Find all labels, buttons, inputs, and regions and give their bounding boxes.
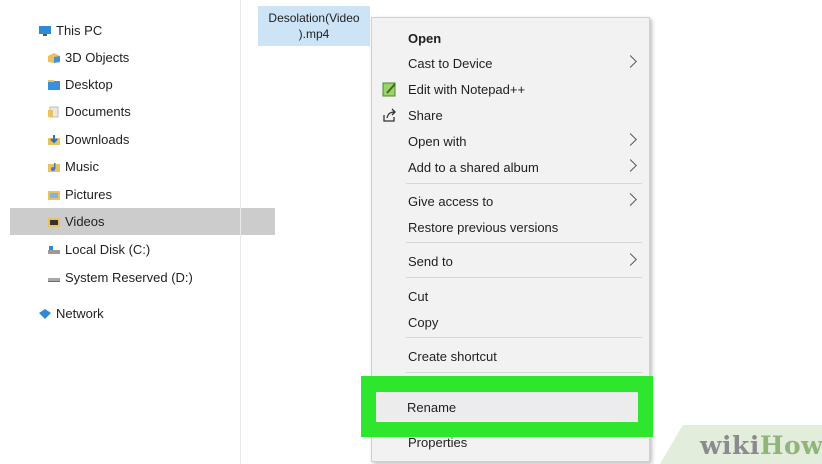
menu-item-copy[interactable]: Copy: [372, 310, 649, 334]
menu-item-open[interactable]: Open: [372, 26, 649, 50]
nav-item-label: Music: [65, 159, 99, 174]
nav-item-3d-objects[interactable]: 3D Objects: [10, 44, 275, 71]
menu-item-create-shortcut[interactable]: Create shortcut: [372, 344, 649, 368]
nav-item-network[interactable]: Network: [10, 300, 266, 327]
menu-item-cut[interactable]: Cut: [372, 284, 649, 308]
file-item-selected[interactable]: Desolation(Video ).mp4: [258, 6, 370, 46]
nav-item-label: 3D Objects: [65, 50, 130, 65]
wikihow-watermark: wiki How: [700, 428, 822, 462]
menu-separator: [406, 277, 642, 278]
menu-item-add-to-shared-album[interactable]: Add to a shared album: [372, 155, 649, 179]
menu-separator: [406, 183, 642, 184]
this-pc-icon: [38, 25, 52, 37]
nav-item-label: Pictures: [65, 187, 112, 202]
menu-item-rename[interactable]: Rename: [376, 392, 638, 422]
desktop-folder-icon: [47, 79, 61, 91]
system-reserved-drive-icon: [47, 272, 61, 284]
nav-item-label: Videos: [65, 214, 105, 229]
menu-item-restore-previous-versions[interactable]: Restore previous versions: [372, 215, 649, 239]
nav-item-desktop[interactable]: Desktop: [10, 71, 275, 98]
nav-item-label: Downloads: [65, 132, 130, 147]
nav-item-music[interactable]: Music: [10, 153, 275, 180]
pictures-folder-icon: [47, 189, 61, 201]
menu-separator: [406, 372, 642, 373]
nav-item-pictures[interactable]: Pictures: [10, 181, 275, 208]
music-folder-icon: [47, 161, 61, 173]
chevron-right-icon: [624, 133, 637, 146]
menu-item-label: Share: [408, 107, 443, 123]
file-name-line-1: Desolation(Video: [268, 11, 360, 25]
nav-item-system-reserved[interactable]: System Reserved (D:): [10, 264, 275, 291]
menu-item-label: Create shortcut: [408, 348, 497, 364]
menu-item-label: Copy: [408, 314, 439, 330]
menu-item-label: Restore previous versions: [408, 219, 559, 235]
nav-item-label: System Reserved (D:): [65, 270, 193, 285]
downloads-folder-icon: [47, 134, 61, 146]
menu-separator: [406, 242, 642, 243]
menu-item-send-to[interactable]: Send to: [372, 249, 649, 273]
watermark-wiki: wiki: [700, 430, 760, 460]
chevron-right-icon: [624, 193, 637, 206]
nav-item-label: Documents: [65, 104, 131, 119]
nav-item-label: Local Disk (C:): [65, 242, 151, 257]
chevron-right-icon: [624, 159, 637, 172]
file-name-line-2: ).mp4: [298, 27, 330, 41]
notepad-plus-plus-icon: [382, 81, 398, 97]
menu-item-label: Cast to Device: [408, 55, 493, 71]
menu-separator: [406, 337, 642, 338]
menu-item-label: Edit with Notepad++: [408, 81, 526, 97]
menu-item-share[interactable]: Share: [372, 103, 649, 127]
nav-item-videos[interactable]: Videos: [10, 208, 275, 235]
watermark-how: How: [759, 430, 822, 460]
menu-item-give-access-to[interactable]: Give access to: [372, 189, 649, 213]
documents-folder-icon: [47, 106, 61, 118]
navigation-pane: This PC 3D Objects Desktop Documents Dow…: [10, 0, 275, 464]
nav-item-downloads[interactable]: Downloads: [10, 126, 275, 153]
nav-item-local-disk[interactable]: Local Disk (C:): [10, 236, 275, 263]
nav-item-label: Network: [56, 306, 104, 321]
menu-item-cast-to-device[interactable]: Cast to Device: [372, 51, 649, 75]
menu-item-label: Give access to: [408, 193, 494, 209]
menu-item-open-with[interactable]: Open with: [372, 129, 649, 153]
chevron-right-icon: [624, 55, 637, 68]
local-disk-icon: [47, 244, 61, 256]
menu-item-label: Send to: [408, 253, 453, 269]
nav-item-documents[interactable]: Documents: [10, 98, 275, 125]
menu-item-label: Add to a shared album: [408, 159, 539, 175]
menu-item-label: Rename: [407, 399, 457, 415]
share-icon: [382, 107, 398, 123]
3d-objects-icon: [47, 52, 61, 64]
chevron-right-icon: [624, 253, 637, 266]
menu-item-label: Open: [408, 30, 442, 46]
pane-divider: [240, 0, 241, 464]
videos-folder-icon: [47, 216, 61, 228]
network-icon: [38, 308, 52, 320]
nav-item-label: This PC: [56, 23, 103, 38]
menu-item-label: Cut: [408, 288, 429, 304]
menu-item-label: Open with: [408, 133, 467, 149]
nav-item-this-pc[interactable]: This PC: [10, 17, 266, 44]
menu-item-edit-with-notepad[interactable]: Edit with Notepad++: [372, 77, 649, 101]
nav-item-label: Desktop: [65, 77, 113, 92]
